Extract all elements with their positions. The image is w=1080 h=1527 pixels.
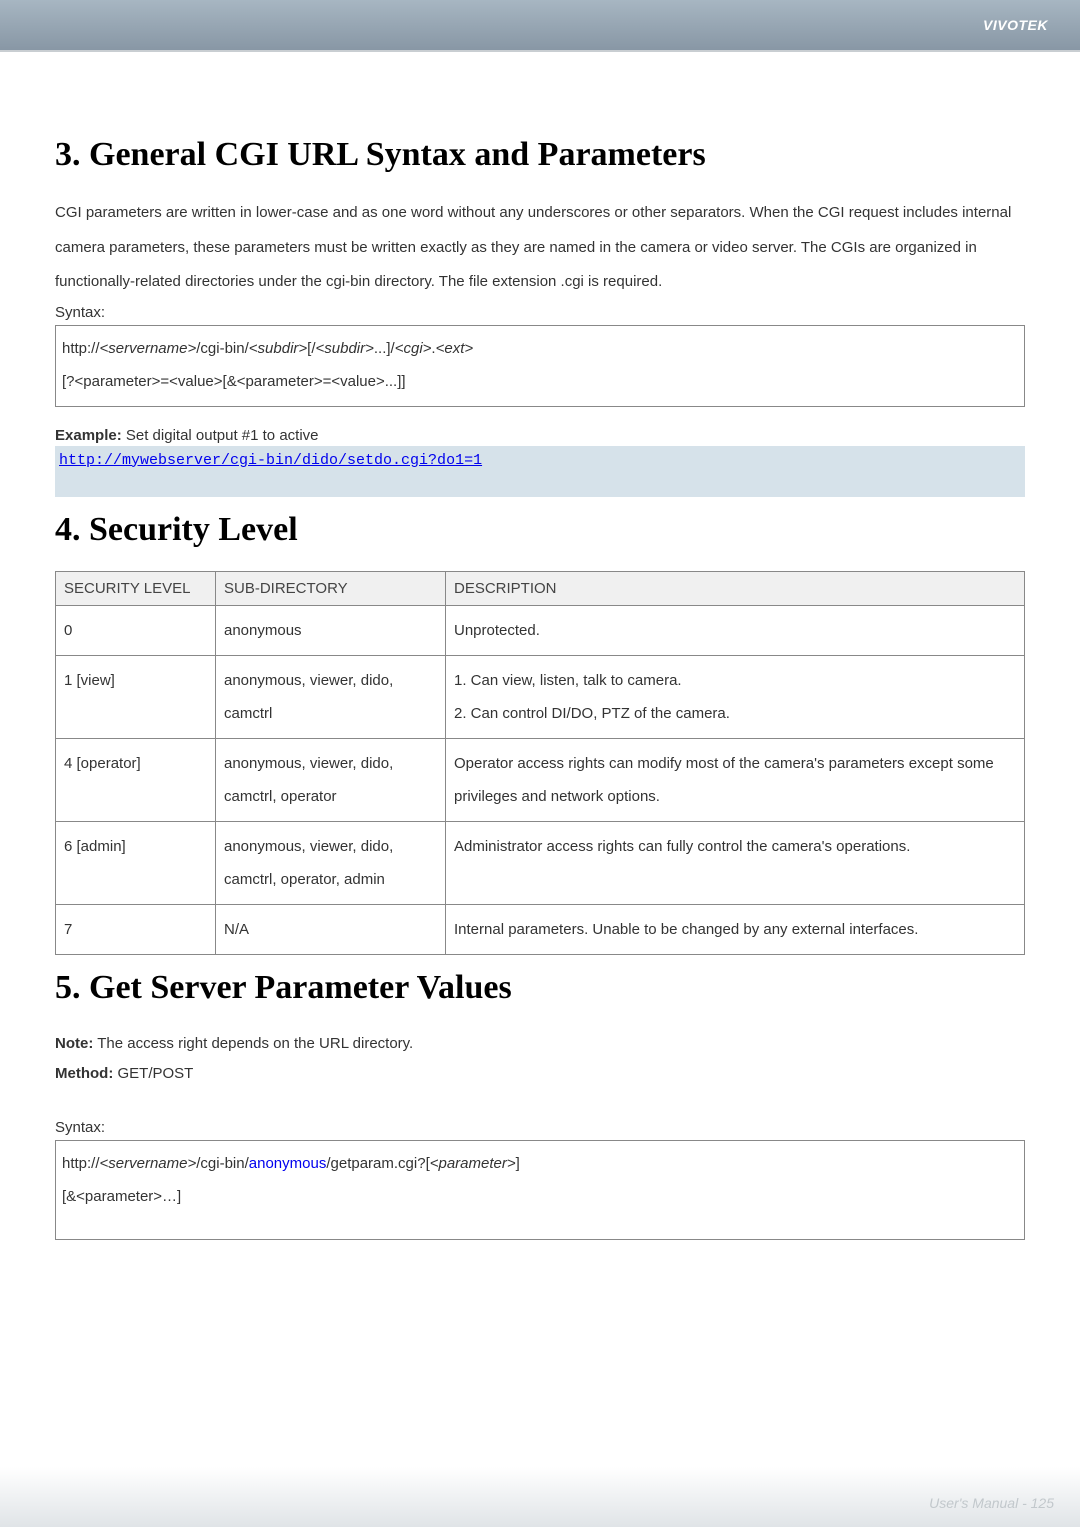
note-rest: The access right depends on the URL dire… bbox=[93, 1035, 413, 1052]
section3-body: CGI parameters are written in lower-case… bbox=[55, 196, 1025, 300]
syntax-text: [?<parameter>=<value>[&<parameter>=<valu… bbox=[62, 365, 1018, 398]
syntax-text: anonymous bbox=[249, 1155, 327, 1172]
section3-syntax-label: Syntax: bbox=[55, 304, 1025, 321]
syntax-text: <servername> bbox=[100, 1155, 197, 1172]
cell-subdir: anonymous, viewer, dido, camctrl bbox=[216, 655, 446, 738]
syntax-text: [&<parameter>…] bbox=[62, 1180, 1018, 1213]
table-header: SUB-DIRECTORY bbox=[216, 571, 446, 605]
section5-note: Note: The access right depends on the UR… bbox=[55, 1029, 1025, 1059]
section3-example-label: Example: Set digital output #1 to active bbox=[55, 427, 1025, 444]
section5-method: Method: GET/POST bbox=[55, 1059, 1025, 1089]
table-header: DESCRIPTION bbox=[446, 571, 1025, 605]
syntax-text: <ext> bbox=[436, 340, 474, 357]
section3-syntax-box: http://<servername>/cgi-bin/<subdir>[/<s… bbox=[55, 325, 1025, 407]
syntax-text: <servername> bbox=[100, 340, 197, 357]
table-row: 0 anonymous Unprotected. bbox=[56, 605, 1025, 655]
cell-desc: Operator access rights can modify most o… bbox=[446, 738, 1025, 821]
cell-subdir: anonymous, viewer, dido, camctrl, operat… bbox=[216, 821, 446, 904]
example-bold: Example: bbox=[55, 427, 122, 444]
method-rest: GET/POST bbox=[113, 1065, 193, 1082]
footer-gradient bbox=[0, 1467, 1080, 1527]
cell-level: 1 [view] bbox=[56, 655, 216, 738]
syntax-text: <cgi> bbox=[395, 340, 432, 357]
example-rest: Set digital output #1 to active bbox=[122, 427, 319, 444]
footer-page-number: User's Manual - 125 bbox=[929, 1495, 1054, 1511]
syntax-text: [/ bbox=[307, 340, 315, 357]
cell-subdir: anonymous, viewer, dido, camctrl, operat… bbox=[216, 738, 446, 821]
cell-desc: Internal parameters. Unable to be change… bbox=[446, 904, 1025, 954]
section3-title: 3. General CGI URL Syntax and Parameters bbox=[55, 136, 1025, 174]
section3-example-box: http://mywebserver/cgi-bin/dido/setdo.cg… bbox=[55, 446, 1025, 497]
syntax-text: <subdir> bbox=[316, 340, 374, 357]
table-row: 6 [admin] anonymous, viewer, dido, camct… bbox=[56, 821, 1025, 904]
syntax-text: ...]/ bbox=[374, 340, 395, 357]
syntax-text: ] bbox=[516, 1155, 520, 1172]
security-table: SECURITY LEVEL SUB-DIRECTORY DESCRIPTION… bbox=[55, 571, 1025, 955]
method-bold: Method: bbox=[55, 1065, 113, 1082]
cell-level: 6 [admin] bbox=[56, 821, 216, 904]
cell-desc: 1. Can view, listen, talk to camera. 2. … bbox=[446, 655, 1025, 738]
section5-title: 5. Get Server Parameter Values bbox=[55, 969, 1025, 1007]
cell-desc: Administrator access rights can fully co… bbox=[446, 821, 1025, 904]
syntax-text: <parameter> bbox=[430, 1155, 516, 1172]
header-divider bbox=[0, 50, 1080, 52]
syntax-text: http:// bbox=[62, 1155, 100, 1172]
cell-level: 0 bbox=[56, 605, 216, 655]
syntax-text: /cgi-bin/ bbox=[196, 1155, 249, 1172]
brand-text: VIVOTEK bbox=[983, 17, 1048, 33]
table-row: 1 [view] anonymous, viewer, dido, camctr… bbox=[56, 655, 1025, 738]
section5-syntax-label: Syntax: bbox=[55, 1119, 1025, 1136]
section4-title: 4. Security Level bbox=[55, 511, 1025, 549]
cell-subdir: N/A bbox=[216, 904, 446, 954]
syntax-text: <subdir> bbox=[249, 340, 307, 357]
table-row: 4 [operator] anonymous, viewer, dido, ca… bbox=[56, 738, 1025, 821]
cell-level: 7 bbox=[56, 904, 216, 954]
syntax-text: /getparam.cgi?[ bbox=[326, 1155, 429, 1172]
section5-syntax-box: http://<servername>/cgi-bin/anonymous/ge… bbox=[55, 1140, 1025, 1240]
table-header: SECURITY LEVEL bbox=[56, 571, 216, 605]
table-row: 7 N/A Internal parameters. Unable to be … bbox=[56, 904, 1025, 954]
cell-desc: Unprotected. bbox=[446, 605, 1025, 655]
note-bold: Note: bbox=[55, 1035, 93, 1052]
syntax-text: http:// bbox=[62, 340, 100, 357]
table-header-row: SECURITY LEVEL SUB-DIRECTORY DESCRIPTION bbox=[56, 571, 1025, 605]
cell-subdir: anonymous bbox=[216, 605, 446, 655]
syntax-text: /cgi-bin/ bbox=[196, 340, 249, 357]
example-link[interactable]: http://mywebserver/cgi-bin/dido/setdo.cg… bbox=[59, 452, 482, 469]
page-content: 3. General CGI URL Syntax and Parameters… bbox=[0, 82, 1080, 1240]
header-bar: VIVOTEK bbox=[0, 0, 1080, 50]
cell-level: 4 [operator] bbox=[56, 738, 216, 821]
